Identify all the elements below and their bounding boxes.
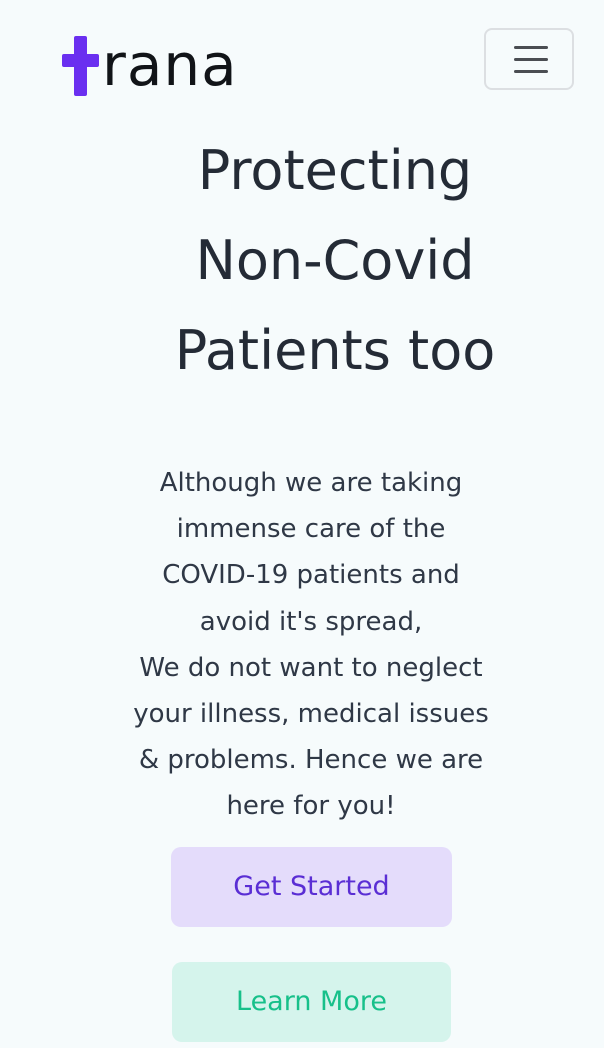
description-line: COVID-19 patients and (162, 560, 460, 591)
description-line: Although we are taking (159, 468, 463, 498)
get-started-button[interactable]: Get Started (171, 847, 452, 927)
description-line: immense care of the (176, 514, 446, 545)
hamburger-icon (514, 46, 548, 49)
hero-title-line-3: Patients too (174, 319, 496, 382)
description-line: avoid it's spread, (199, 606, 423, 637)
brand-logo[interactable]: rana (62, 26, 238, 96)
description-line: & problems. Hence we are (138, 745, 484, 776)
learn-more-button[interactable]: Learn More (172, 962, 451, 1042)
hero-title-line-2: Non-Covid (195, 229, 475, 292)
hero-title: Protecting Non-Covid Patients too (100, 126, 570, 396)
description-line: your illness, medical issues (133, 699, 489, 730)
hero-description: Although we are taking immense care of th… (110, 460, 512, 830)
description-line: We do not want to neglect (139, 652, 483, 683)
brand-name: rana (102, 31, 238, 99)
hero-title-line-1: Protecting (197, 139, 473, 202)
navbar: rana (0, 0, 604, 120)
description-line: here for you! (226, 791, 396, 822)
cross-icon (62, 34, 100, 96)
hamburger-menu-button[interactable] (484, 28, 574, 90)
